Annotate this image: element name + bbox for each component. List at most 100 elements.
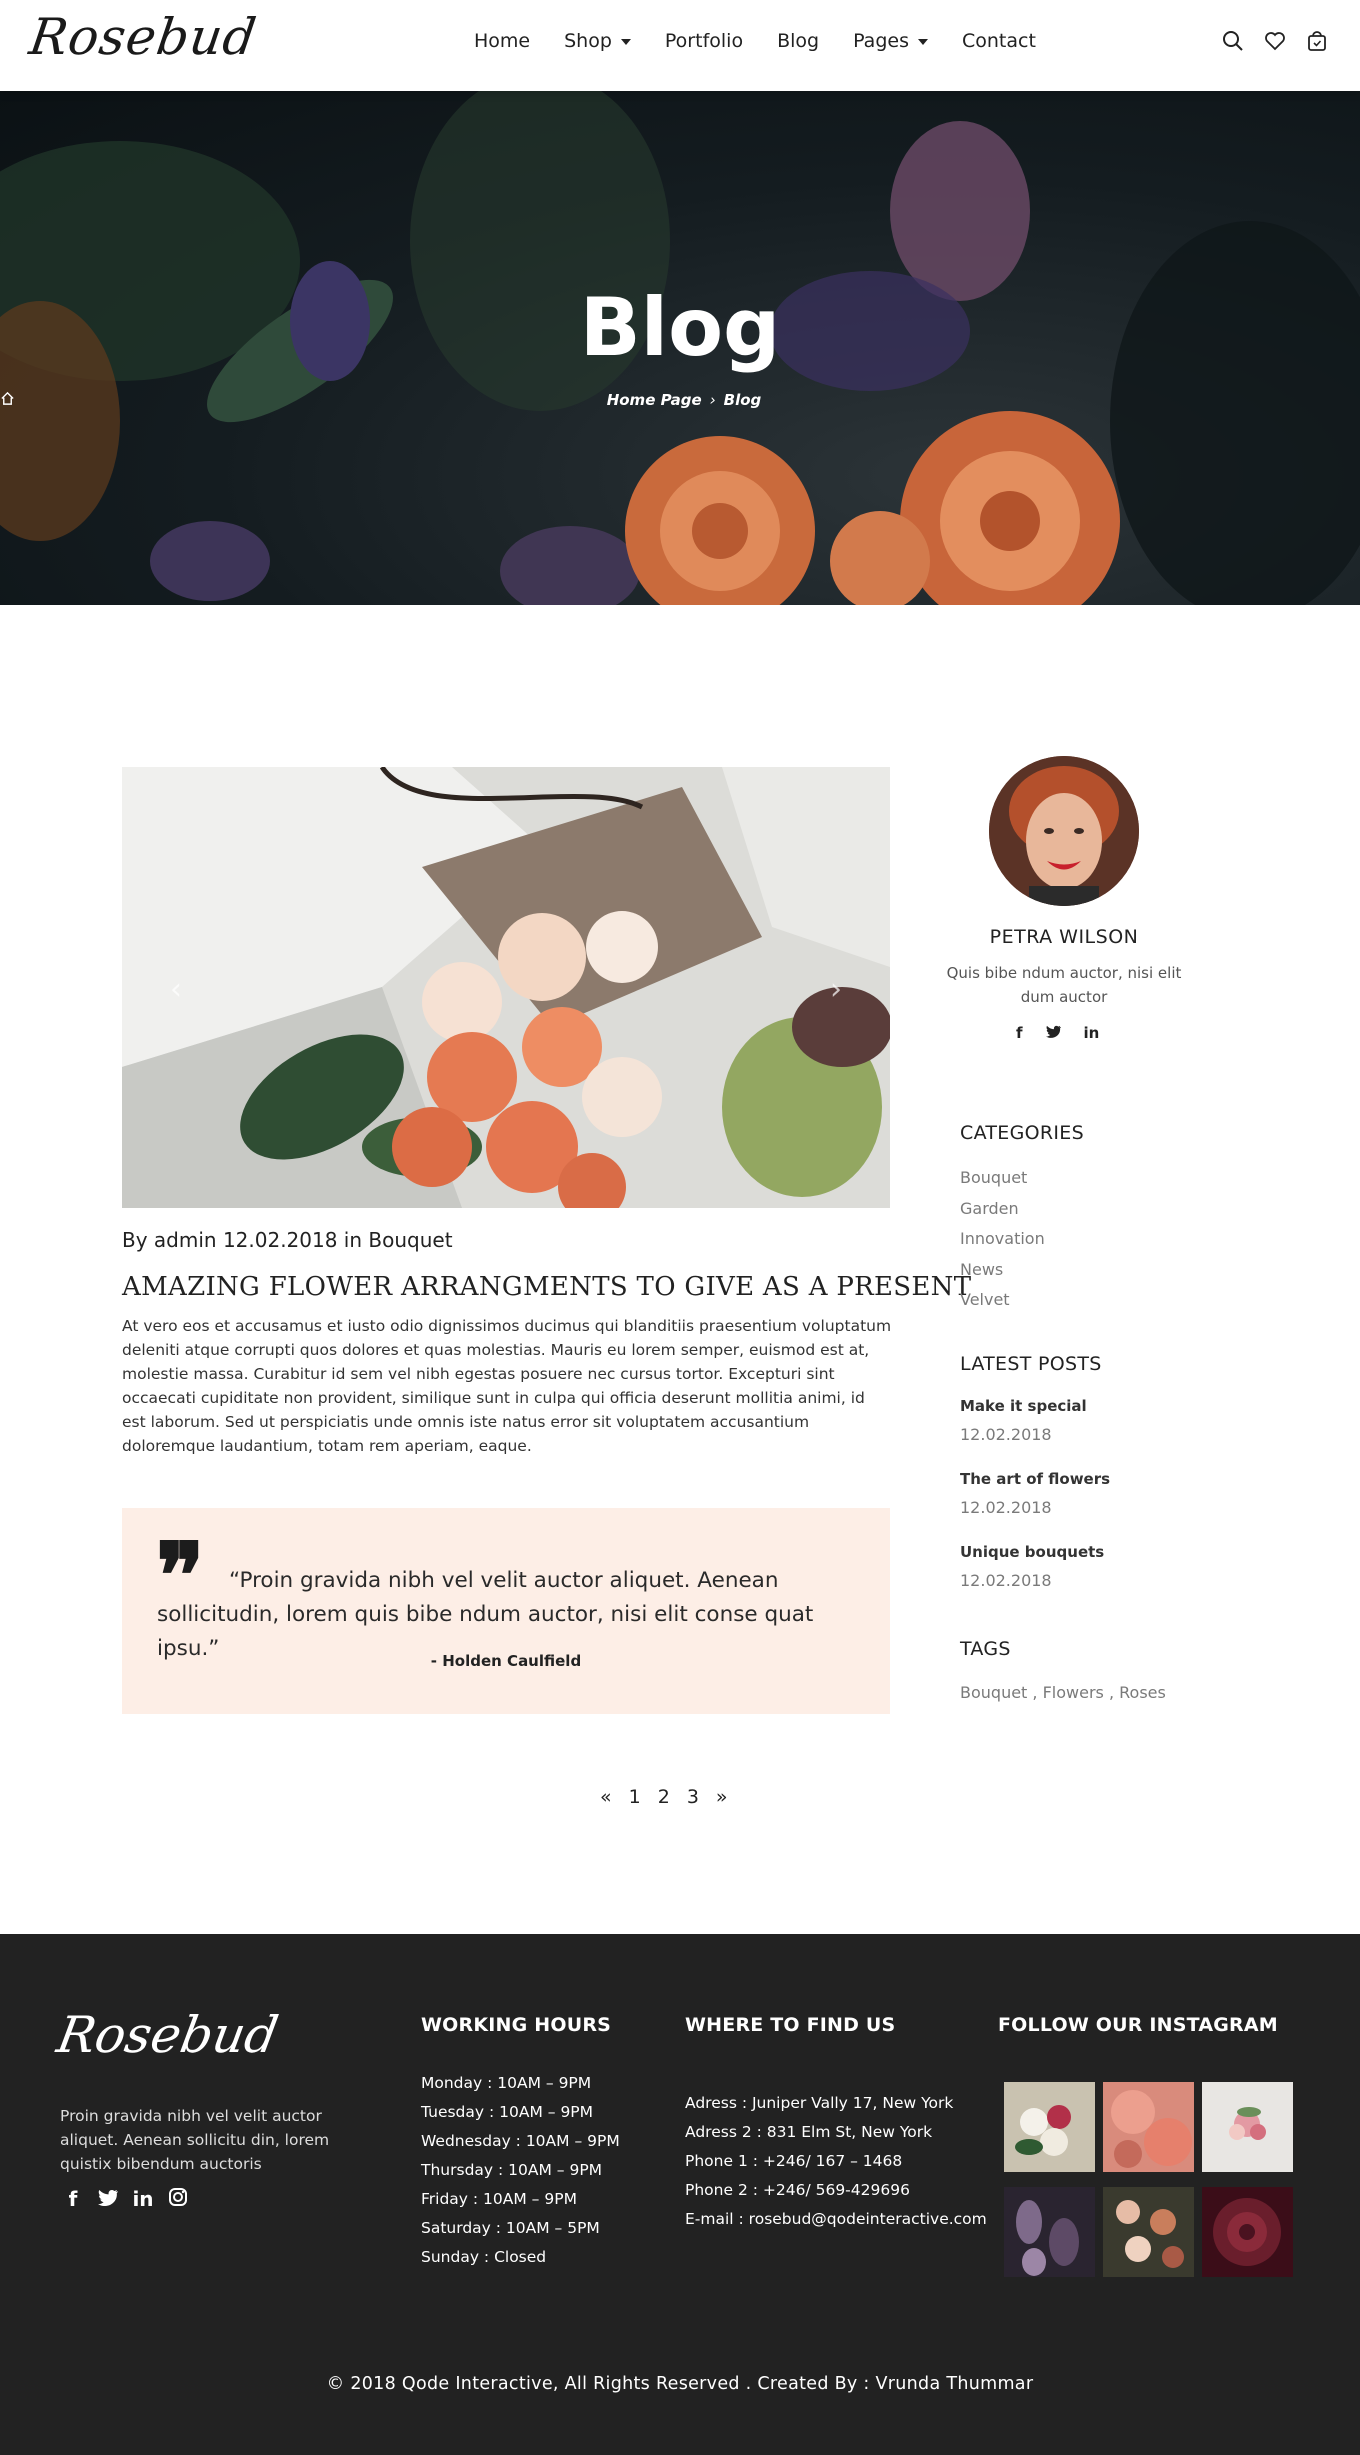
pagination-next[interactable]: » [716,1786,728,1808]
pagination-page-3[interactable]: 3 [687,1786,699,1808]
blockquote: ❞ “Proin gravida nibh vel velit auctor a… [122,1508,890,1714]
twitter-icon[interactable] [97,2187,119,2212]
find-us-heading: WHERE TO FIND US [685,2014,896,2036]
nav-portfolio[interactable]: Portfolio [665,30,743,52]
nav-pages[interactable]: Pages [853,30,928,52]
pagination-page-1[interactable]: 1 [629,1786,641,1808]
chevron-down-icon [620,39,631,45]
nav-label: Shop [564,30,612,52]
category-link[interactable]: Innovation [960,1229,1045,1260]
facebook-icon[interactable]: f [62,2187,84,2212]
pagination-page-2[interactable]: 2 [658,1786,670,1808]
nav-home[interactable]: Home [474,30,530,52]
working-hours-heading: WORKING HOURS [421,2014,612,2036]
nav-label: Contact [961,30,1036,52]
tags-list: Bouquet , Flowers , Roses [960,1683,1166,1702]
hours-line: Friday : 10AM – 9PM [421,2190,577,2208]
chevron-right-icon: › [709,391,716,409]
contact-line: Adress 2 : 831 Elm St, New York [685,2123,933,2141]
copyright-text: © 2018 Qode Interactive, All Rights Rese… [326,2374,1034,2394]
latest-post-title[interactable]: Unique bouquets [960,1543,1110,1561]
hours-line: Tuesday : 10AM – 9PM [421,2103,594,2121]
instagram-thumb[interactable] [1202,2187,1293,2277]
instagram-thumb[interactable] [1202,2082,1293,2172]
site-logo[interactable]: Rosebud [26,8,260,66]
slider-prev-arrow[interactable]: ‹ [170,972,182,1007]
hours-line: Wednesday : 10AM – 9PM [421,2132,620,2150]
author-name: PETRA WILSON [989,926,1139,948]
latest-post-date: 12.02.2018 [960,1498,1052,1517]
author-bio: Quis bibe ndum auctor, nisi elit dum auc… [946,964,1182,1006]
bouquet-image [122,767,890,1208]
tag-link[interactable]: Bouquet [960,1683,1027,1702]
nav-label: Home [474,30,531,52]
author-avatar [989,756,1139,906]
footer-about-text: Proin gravida nibh vel velit auctor aliq… [60,2107,330,2173]
hero-banner: Blog Home Page › Blog [0,91,1360,605]
hours-line: Monday : 10AM – 9PM [421,2074,592,2092]
latest-posts-heading: LATEST POSTS [960,1353,1102,1375]
facebook-icon[interactable]: f [1016,1024,1023,1042]
contact-line: Phone 1 : +246/ 167 – 1468 [685,2152,903,2170]
hours-line: Thursday : 10AM – 9PM [421,2161,603,2179]
nav-label: Portfolio [664,30,744,52]
footer-logo[interactable]: Rosebud [53,2006,282,2064]
categories-list: Bouquet Garden Innovation News Velvet [960,1168,1045,1321]
shopping-bag-icon[interactable] [1306,30,1328,52]
tag-link[interactable]: Flowers [1043,1683,1104,1702]
category-link[interactable]: Bouquet [960,1168,1045,1199]
quote-text: “Proin gravida nibh vel velit auctor ali… [157,1568,814,1661]
category-link[interactable]: News [960,1260,1045,1291]
breadcrumb: Home Page › Blog [0,391,1360,409]
chevron-down-icon [917,39,928,45]
breadcrumb-current: Blog [723,391,762,409]
page-title: Blog [579,281,781,374]
latest-post-date: 12.02.2018 [960,1571,1052,1590]
header-icons [1222,30,1328,52]
breadcrumb-home[interactable]: Home Page [607,391,702,409]
footer-social-links: f in [62,2187,189,2212]
nav-blog[interactable]: Blog [777,30,819,52]
instagram-heading: FOLLOW OUR INSTAGRAM [998,2014,1278,2036]
category-link[interactable]: Garden [960,1199,1045,1230]
instagram-thumb[interactable] [1004,2082,1095,2172]
instagram-thumb[interactable] [1103,2187,1194,2277]
nav-label: Blog [777,30,820,52]
category-link[interactable]: Velvet [960,1290,1045,1321]
post-meta: By admin 12.02.2018 in Bouquet [122,1228,453,1252]
site-footer: Rosebud Proin gravida nibh vel velit auc… [0,1934,1360,2455]
latest-post: Unique bouquets 12.02.2018 [960,1543,1110,1616]
latest-post: Make it special 12.02.2018 [960,1397,1110,1470]
tags-heading: TAGS [960,1638,1011,1660]
pagination: « 1 2 3 » [600,1786,728,1808]
site-header: Rosebud Home Shop Portfolio Blog Pages C… [0,0,1360,91]
linkedin-icon[interactable]: in [132,2187,154,2212]
heart-icon[interactable] [1264,30,1286,52]
nav-contact[interactable]: Contact [962,30,1036,52]
latest-post-date: 12.02.2018 [960,1425,1052,1444]
post-image-slider[interactable]: ‹ › [122,767,890,1208]
categories-heading: CATEGORIES [960,1122,1084,1144]
instagram-icon[interactable] [167,2187,189,2212]
post-title[interactable]: AMAZING FLOWER ARRANGMENTS TO GIVE AS A … [122,1272,971,1302]
nav-shop[interactable]: Shop [564,30,631,52]
linkedin-icon[interactable]: in [1084,1024,1100,1042]
latest-post-title[interactable]: The art of flowers [960,1470,1110,1488]
latest-post-title[interactable]: Make it special [960,1397,1110,1415]
pagination-prev[interactable]: « [600,1786,612,1808]
contact-line: Phone 2 : +246/ 569-429696 [685,2181,910,2199]
quote-author: - Holden Caulfield [430,1652,582,1670]
search-icon[interactable] [1222,30,1244,52]
contact-list: Adress : Juniper Vally 17, New York Adre… [685,2089,987,2234]
slider-next-arrow[interactable]: › [830,972,842,1007]
contact-email[interactable]: E-mail : rosebud@qodeinteractive.com [685,2205,987,2234]
nav-label: Pages [853,30,909,52]
author-social-links: f in [1016,1024,1099,1042]
working-hours-list: Monday : 10AM – 9PM Tuesday : 10AM – 9PM… [421,2069,620,2272]
instagram-thumb[interactable] [1103,2082,1194,2172]
contact-line: Adress : Juniper Vally 17, New York [685,2094,954,2112]
twitter-icon[interactable] [1045,1024,1061,1042]
instagram-grid [1004,2082,1294,2277]
tag-link[interactable]: Roses [1119,1683,1166,1702]
instagram-thumb[interactable] [1004,2187,1095,2277]
